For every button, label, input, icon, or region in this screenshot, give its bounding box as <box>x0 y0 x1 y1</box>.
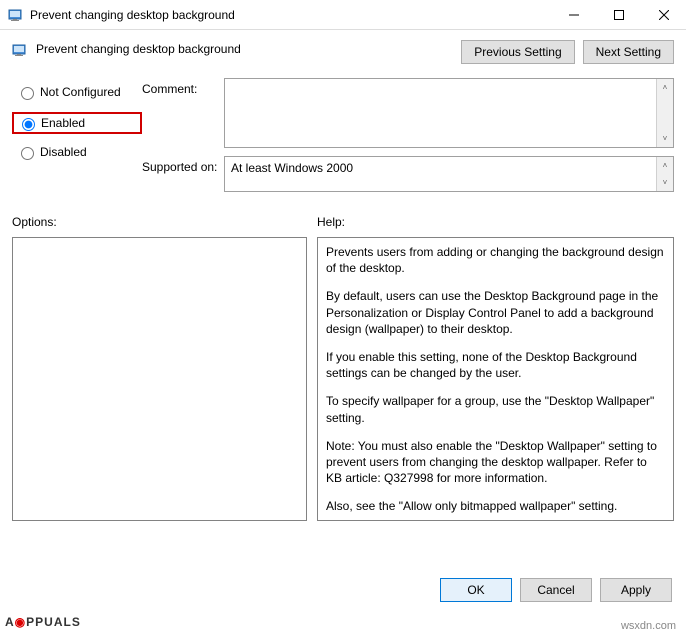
next-setting-button[interactable]: Next Setting <box>583 40 674 64</box>
supported-scrollbar[interactable]: ˄ ˅ <box>656 157 673 191</box>
help-text: If you enable this setting, none of the … <box>326 349 665 381</box>
radio-enabled-input[interactable] <box>22 118 35 131</box>
radio-disabled-label: Disabled <box>40 145 87 159</box>
supported-value: At least Windows 2000 <box>225 157 656 191</box>
cancel-button[interactable]: Cancel <box>520 578 592 602</box>
dialog-buttons: OK Cancel Apply <box>440 578 672 602</box>
maximize-button[interactable] <box>596 0 641 29</box>
scroll-up-icon[interactable]: ˄ <box>657 157 673 174</box>
state-radios: Not Configured Enabled Disabled <box>12 78 142 200</box>
help-text: Note: You must also enable the "Desktop … <box>326 438 665 487</box>
window-controls <box>551 0 686 29</box>
window-title: Prevent changing desktop background <box>30 8 551 22</box>
comment-textarea[interactable] <box>225 79 656 147</box>
comment-scrollbar[interactable]: ˄ ˅ <box>656 79 673 147</box>
radio-enabled[interactable]: Enabled <box>12 112 142 134</box>
supported-label: Supported on: <box>142 156 224 192</box>
help-text: To specify wallpaper for a group, use th… <box>326 393 665 425</box>
policy-icon <box>12 42 28 58</box>
radio-not-configured-input[interactable] <box>21 87 34 100</box>
scroll-down-icon[interactable]: ˅ <box>657 130 673 147</box>
options-label: Options: <box>12 215 307 229</box>
help-text: By default, users can use the Desktop Ba… <box>326 288 665 337</box>
watermark-site: wsxdn.com <box>621 620 676 632</box>
titlebar: Prevent changing desktop background <box>0 0 686 30</box>
ok-button[interactable]: OK <box>440 578 512 602</box>
policy-app-icon <box>8 7 24 23</box>
radio-not-configured[interactable]: Not Configured <box>12 82 142 102</box>
policy-title: Prevent changing desktop background <box>36 40 461 56</box>
scroll-up-icon[interactable]: ˄ <box>657 79 673 96</box>
radio-disabled-input[interactable] <box>21 147 34 160</box>
scroll-down-icon[interactable]: ˅ <box>657 174 673 191</box>
header-row: Prevent changing desktop background Prev… <box>12 30 674 72</box>
help-panel: Prevents users from adding or changing t… <box>317 237 674 521</box>
minimize-button[interactable] <box>551 0 596 29</box>
radio-disabled[interactable]: Disabled <box>12 142 142 162</box>
radio-enabled-label: Enabled <box>41 116 85 130</box>
previous-setting-button[interactable]: Previous Setting <box>461 40 574 64</box>
apply-button[interactable]: Apply <box>600 578 672 602</box>
close-button[interactable] <box>641 0 686 29</box>
help-text: Also, see the "Allow only bitmapped wall… <box>326 498 665 514</box>
watermark-logo: A◉PPUALS <box>5 609 81 632</box>
help-text: Prevents users from adding or changing t… <box>326 244 665 276</box>
radio-not-configured-label: Not Configured <box>40 85 121 99</box>
options-panel <box>12 237 307 521</box>
comment-label: Comment: <box>142 78 224 148</box>
help-label: Help: <box>317 215 674 229</box>
